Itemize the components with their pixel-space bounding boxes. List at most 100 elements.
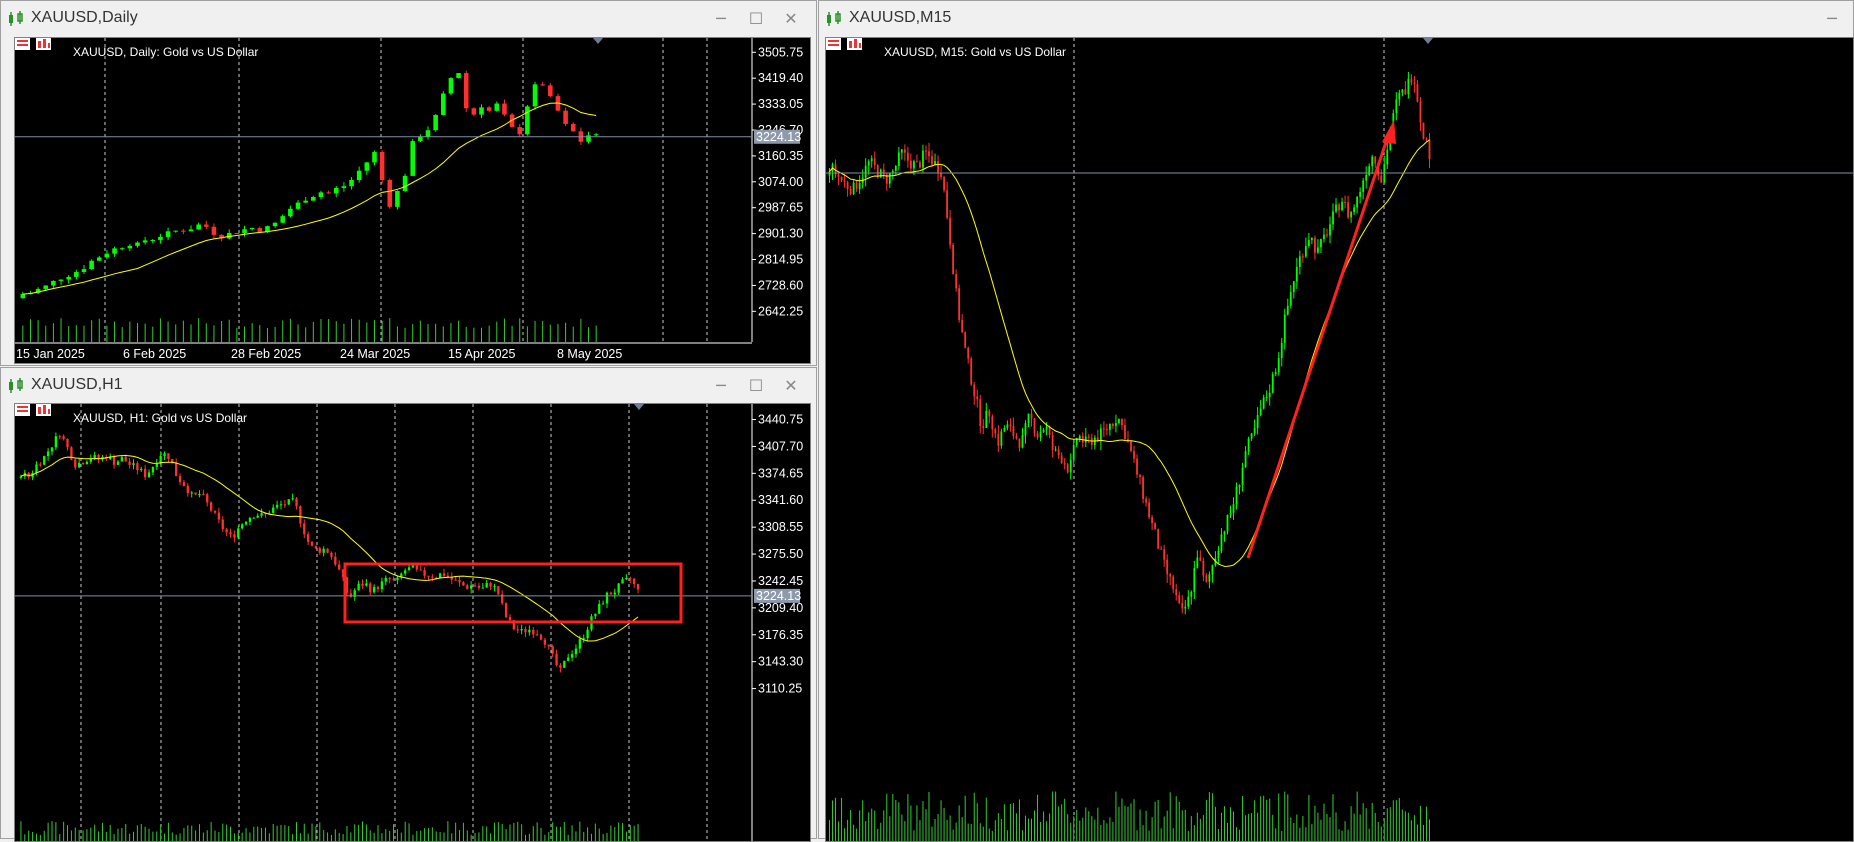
candle-body (379, 152, 385, 180)
candle-body (1069, 459, 1072, 473)
candle-body (973, 384, 976, 397)
candle-body (900, 149, 903, 153)
candle-body (520, 629, 523, 631)
candle-body (1193, 568, 1196, 592)
chart-toolbar-icon[interactable] (826, 38, 866, 52)
minimize-button[interactable]: ─ (1819, 8, 1845, 30)
candle-body (548, 85, 553, 97)
price-tick-label: 3242.45 (758, 574, 803, 588)
candle-body (112, 456, 116, 465)
maximize-button[interactable]: ☐ (743, 8, 769, 30)
candle-body (283, 504, 287, 506)
candle-body (119, 248, 125, 250)
candle-body (433, 114, 438, 131)
candle-body (58, 436, 61, 438)
candle-body (252, 517, 255, 519)
candle-body (135, 242, 140, 246)
titlebar-daily[interactable]: XAUUSD,Daily ─ ☐ ✕ (1, 1, 816, 37)
candle-body (471, 108, 477, 115)
candle-body (356, 170, 362, 181)
chart-m15[interactable]: XAUUSD, M15: Gold vs US Dollar (825, 37, 1854, 842)
window-h1: XAUUSD,H1 ─ ☐ ✕ 3440.75 3407.70 3374.65 334… (0, 367, 817, 842)
candle-body (1118, 418, 1120, 423)
titlebar-h1[interactable]: XAUUSD,H1 ─ ☐ ✕ (1, 368, 816, 404)
candle-body (876, 165, 879, 178)
candle-body (35, 464, 38, 474)
candle-body (1374, 156, 1377, 164)
candle-body (1356, 196, 1359, 208)
candle-body (1341, 201, 1343, 211)
candle-body (423, 570, 426, 576)
candle-body (1072, 444, 1075, 460)
candle-body (1329, 224, 1331, 236)
candle-body (1314, 238, 1316, 253)
candle-body (906, 152, 909, 161)
candle-body (338, 564, 341, 570)
candle-body (221, 519, 224, 530)
candle-body (334, 556, 337, 565)
chart-icon (9, 11, 23, 26)
candle-body (463, 73, 469, 109)
candle-body (1298, 256, 1301, 267)
candle-body (982, 425, 985, 428)
candle-body (93, 454, 96, 459)
candle-body (396, 577, 399, 581)
candle-body (1060, 455, 1063, 463)
chart-daily[interactable]: 3505.753419.403333.053246.703160.353074.… (14, 37, 811, 364)
candle-body (601, 603, 605, 605)
candle-body (280, 216, 286, 223)
candle-body (943, 177, 945, 191)
candle-body (1130, 441, 1132, 452)
candle-body (1407, 78, 1410, 95)
candle-body (1259, 408, 1262, 416)
candle-body (525, 106, 530, 135)
candle-body (318, 548, 321, 553)
candle-body (372, 152, 377, 163)
candle-body (74, 272, 79, 277)
candle-body (508, 617, 512, 621)
chart-toolbar-icon[interactable] (15, 38, 55, 52)
candle-body (1012, 426, 1015, 437)
candle-body (127, 245, 133, 249)
candle-body (1108, 424, 1111, 430)
candle-body (1133, 451, 1135, 459)
candle-body (1148, 502, 1151, 518)
minimize-button[interactable]: ─ (708, 375, 734, 397)
chart-h1[interactable]: 3440.75 3407.70 3374.65 3341.60 3308.55 3275.… (14, 403, 811, 842)
candle-body (237, 528, 240, 538)
candle-body (1304, 246, 1307, 257)
candle-body (1030, 413, 1033, 419)
current-price-label: 3224.13 (756, 130, 801, 144)
candle-body (567, 657, 570, 661)
candle-body (427, 575, 430, 577)
chart-toolbar-icon[interactable] (15, 404, 55, 418)
candle-body (209, 502, 213, 511)
candle-body (272, 222, 278, 227)
candle-body (206, 494, 209, 503)
candle-body (81, 462, 85, 465)
candle-body (233, 534, 236, 538)
candle-body (1075, 438, 1078, 445)
close-button[interactable]: ✕ (778, 8, 804, 30)
candle-body (1250, 433, 1253, 439)
candle-body (318, 192, 324, 197)
price-tick-label: 3308.55 (758, 520, 803, 534)
candle-body (1247, 438, 1250, 452)
candle-body (1410, 78, 1413, 83)
titlebar-m15[interactable]: XAUUSD,M15 ─ (819, 1, 1853, 37)
candle-body (1003, 427, 1006, 432)
candle-body (19, 476, 23, 478)
candle-body (864, 165, 867, 178)
candle-body (202, 493, 205, 495)
symbol-label: XAUUSD, H1: Gold vs US Dollar (73, 411, 248, 425)
candle-body (481, 587, 484, 589)
candle-body (1217, 550, 1220, 559)
maximize-button[interactable]: ☐ (743, 375, 769, 397)
close-button[interactable]: ✕ (778, 375, 804, 397)
candle-body (1142, 477, 1144, 499)
candle-body (104, 253, 110, 258)
candle-body (1063, 462, 1066, 465)
candle-body (155, 463, 158, 467)
minimize-button[interactable]: ─ (708, 8, 734, 30)
candle-body (916, 161, 918, 163)
